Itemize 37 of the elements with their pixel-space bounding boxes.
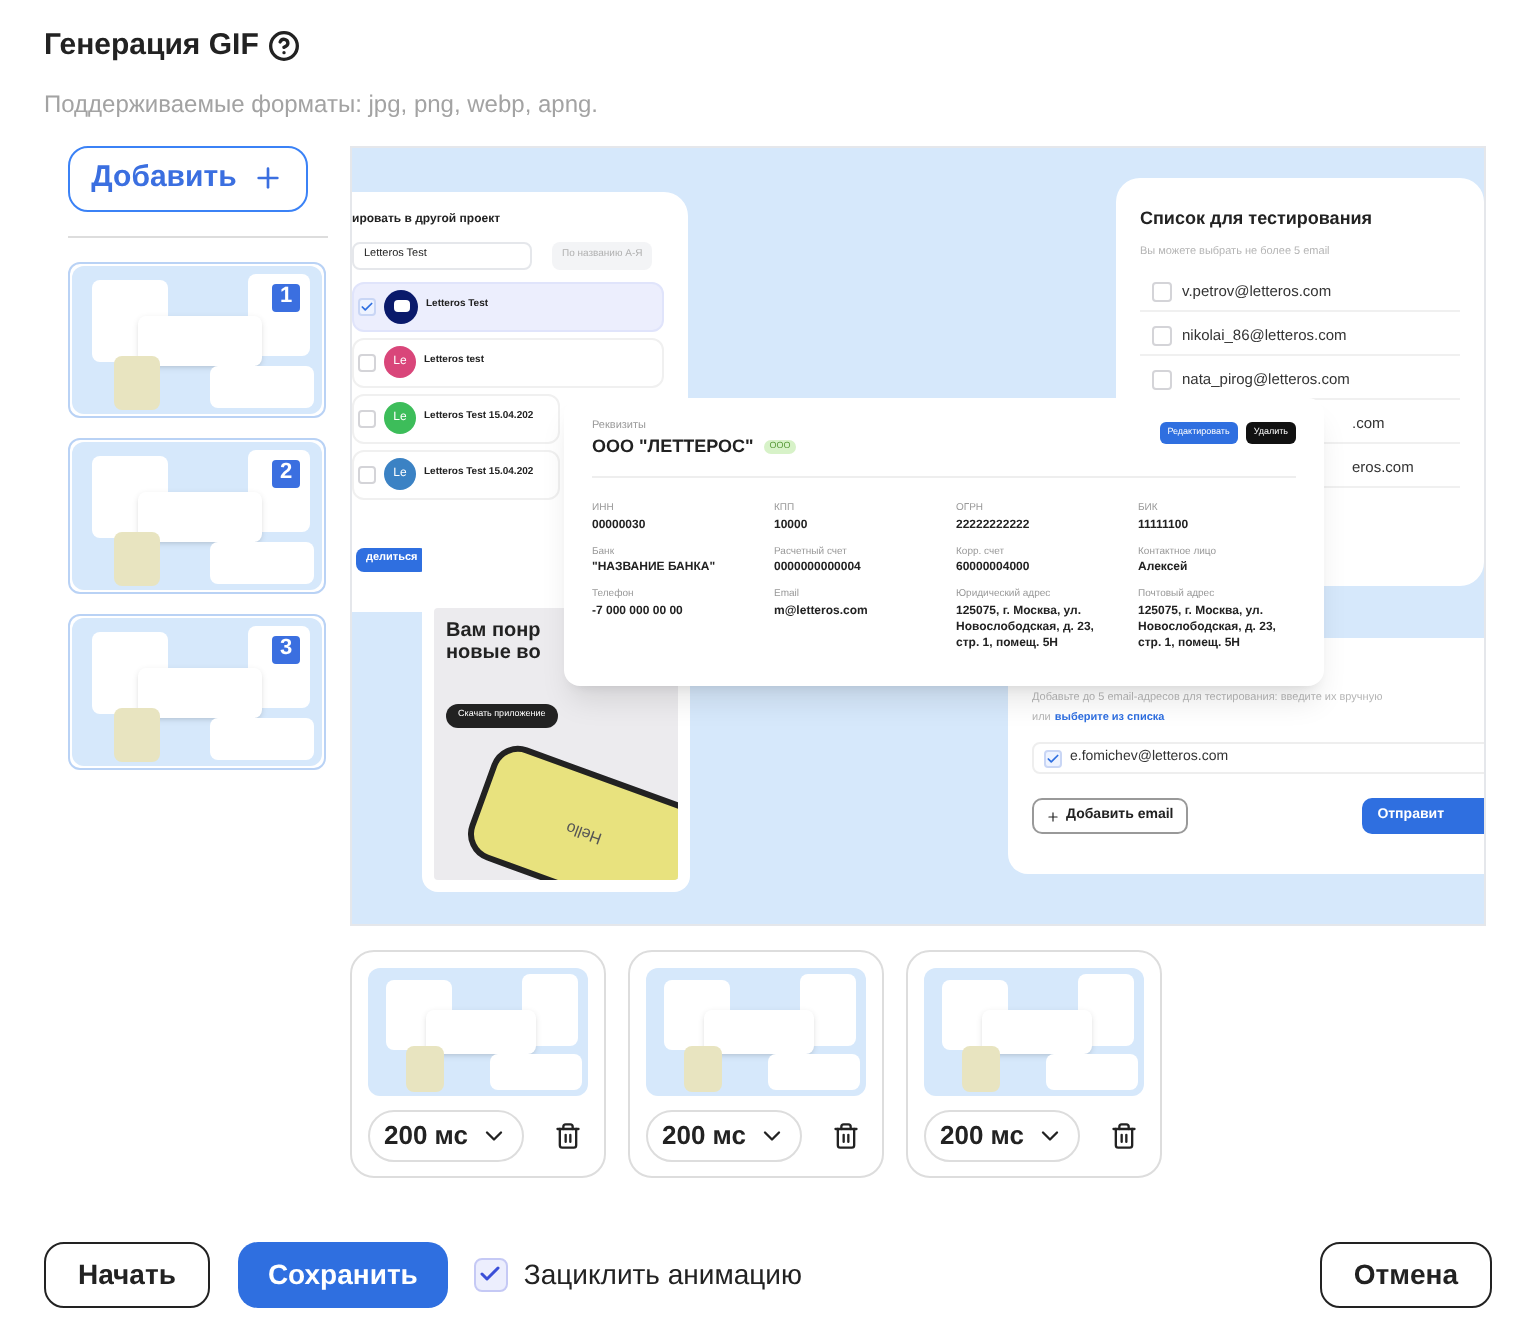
trash-icon[interactable] (1110, 1121, 1138, 1149)
banner-headline: Вам понр новые во (446, 619, 543, 663)
loop-checkbox[interactable] (473, 1257, 508, 1291)
loop-label: Зациклить анимацию (523, 1255, 802, 1294)
page-title: Генерация GIF (44, 26, 259, 66)
start-button[interactable]: Начать (44, 1241, 210, 1307)
checkbox[interactable] (358, 409, 376, 427)
checkbox[interactable] (1152, 325, 1172, 346)
plus-icon (1046, 809, 1060, 823)
checkbox[interactable] (1044, 749, 1062, 767)
save-button[interactable]: Сохранить (237, 1241, 448, 1307)
phone-screen-text: Hello (562, 815, 606, 849)
checkbox[interactable] (358, 465, 376, 483)
trash-icon[interactable] (832, 1121, 860, 1149)
help-icon[interactable] (268, 30, 301, 63)
checkbox[interactable] (1152, 369, 1172, 390)
check-icon (1046, 751, 1060, 765)
frame-thumbnail[interactable]: 1 (68, 261, 326, 417)
checkbox[interactable] (358, 353, 376, 371)
company-name: ООО "ЛЕТТЕРОС" (592, 433, 754, 460)
check-icon (478, 1262, 503, 1286)
card-title: Список для тестирования (1140, 205, 1375, 232)
checkbox[interactable] (1152, 281, 1172, 302)
frame-number-badge: 2 (270, 457, 302, 489)
trash-icon[interactable] (554, 1121, 582, 1149)
page-subtitle: Поддерживаемые форматы: jpg, png, webp, apng. (44, 87, 601, 121)
add-button[interactable]: Добавить (68, 145, 308, 211)
duration-dropdown[interactable]: 200 мс (646, 1109, 802, 1161)
checkbox[interactable] (358, 297, 376, 315)
frame-thumbnail[interactable]: 3 (68, 613, 326, 769)
duration-dropdown[interactable]: 200 мс (924, 1109, 1080, 1161)
duration-dropdown[interactable]: 200 мс (368, 1109, 524, 1161)
frame-number-badge: 3 (270, 633, 302, 665)
cancel-button[interactable]: Отмена (1319, 1241, 1492, 1307)
frame-number-badge: 1 (270, 281, 302, 313)
check-icon (360, 299, 374, 313)
frame-thumbnail[interactable]: 2 (68, 437, 326, 593)
